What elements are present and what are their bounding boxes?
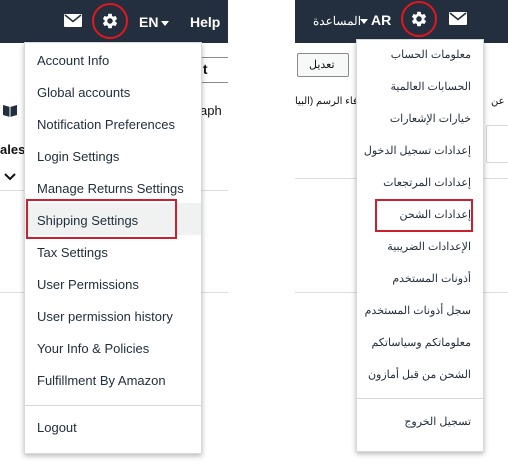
- shipping-settings-highlight-box: [375, 199, 473, 232]
- menu-item-global-accounts[interactable]: الحسابات العالمية: [391, 80, 472, 93]
- menu-item-user-permissions[interactable]: أذونات المستخدم: [392, 272, 471, 285]
- menu-item-account-info[interactable]: معلومات الحساب: [391, 48, 471, 61]
- background-text-fragment: عن: [491, 96, 505, 107]
- menu-item-your-info-policies[interactable]: معلوماتكم وسياساتكم: [371, 336, 471, 349]
- settings-dropdown-menu: معلومات الحساب الحسابات العالمية خيارات …: [356, 39, 484, 452]
- menu-item-tax-settings[interactable]: الإعدادات الضريبية: [387, 240, 471, 253]
- menu-item-logout[interactable]: تسجيل الخروج: [404, 415, 471, 428]
- menu-separator: [357, 398, 483, 399]
- language-label: EN: [139, 14, 159, 30]
- menu-item-manage-returns-settings[interactable]: Manage Returns Settings: [37, 181, 184, 196]
- background-text-graph: aph: [200, 103, 222, 118]
- menu-item-notification-preferences[interactable]: Notification Preferences: [37, 117, 175, 132]
- menu-item-notification-preferences[interactable]: خيارات الإشعارات: [390, 112, 471, 125]
- english-panel: EN Help it aph ales Account Info Global …: [0, 0, 228, 468]
- background-text-sales: ales: [0, 142, 26, 157]
- menu-item-account-info[interactable]: Account Info: [37, 53, 109, 68]
- language-selector[interactable]: EN: [139, 14, 172, 30]
- background-text-fragment: فاء الرسم (البيا: [295, 96, 358, 107]
- help-link[interactable]: Help: [190, 14, 220, 30]
- book-icon: [2, 102, 18, 123]
- menu-item-returns-settings[interactable]: إعدادات المرتجعات: [383, 176, 471, 189]
- gear-icon[interactable]: [410, 10, 428, 33]
- menu-item-login-settings[interactable]: Login Settings: [37, 149, 119, 164]
- menu-item-fulfillment-by-amazon[interactable]: الشحن من قبل أمازون: [368, 368, 471, 381]
- chevron-down-icon: [360, 18, 368, 24]
- menu-item-fulfillment-by-amazon[interactable]: Fulfillment By Amazon: [37, 373, 166, 388]
- menu-item-user-permission-history[interactable]: User permission history: [37, 309, 173, 324]
- menu-item-login-settings[interactable]: إعدادات تسجيل الدخول: [364, 144, 471, 157]
- shipping-settings-highlight-box: [26, 199, 177, 239]
- menu-item-user-permission-history[interactable]: سجل أذونات المستخدم: [365, 304, 471, 317]
- settings-dropdown-menu: Account Info Global accounts Notificatio…: [24, 42, 202, 454]
- menu-item-user-permissions[interactable]: User Permissions: [37, 277, 139, 292]
- chevron-down-icon: [161, 20, 170, 26]
- gear-icon[interactable]: [101, 12, 119, 35]
- menu-item-your-info-policies[interactable]: Your Info & Policies: [37, 341, 149, 356]
- mail-icon[interactable]: [449, 12, 467, 30]
- top-nav-bar: EN Help: [0, 0, 228, 43]
- background-edit-label: تعديل: [309, 59, 335, 71]
- menu-item-tax-settings[interactable]: Tax Settings: [37, 245, 108, 260]
- menu-item-logout[interactable]: Logout: [37, 420, 77, 435]
- chevron-down-icon[interactable]: [4, 168, 16, 186]
- language-selector[interactable]: AR: [357, 12, 391, 28]
- background-panel-box: [486, 125, 508, 163]
- help-link[interactable]: المساعدة: [313, 13, 361, 29]
- top-nav-bar: المساعدة AR: [295, 0, 508, 43]
- language-label: AR: [371, 12, 392, 28]
- menu-separator: [25, 405, 201, 406]
- menu-item-global-accounts[interactable]: Global accounts: [37, 85, 130, 100]
- arabic-panel: المساعدة AR تعديل فاء الرسم (البيا عن مع…: [295, 0, 508, 468]
- mail-icon[interactable]: [64, 14, 82, 32]
- background-edit-button[interactable]: تعديل: [297, 53, 349, 77]
